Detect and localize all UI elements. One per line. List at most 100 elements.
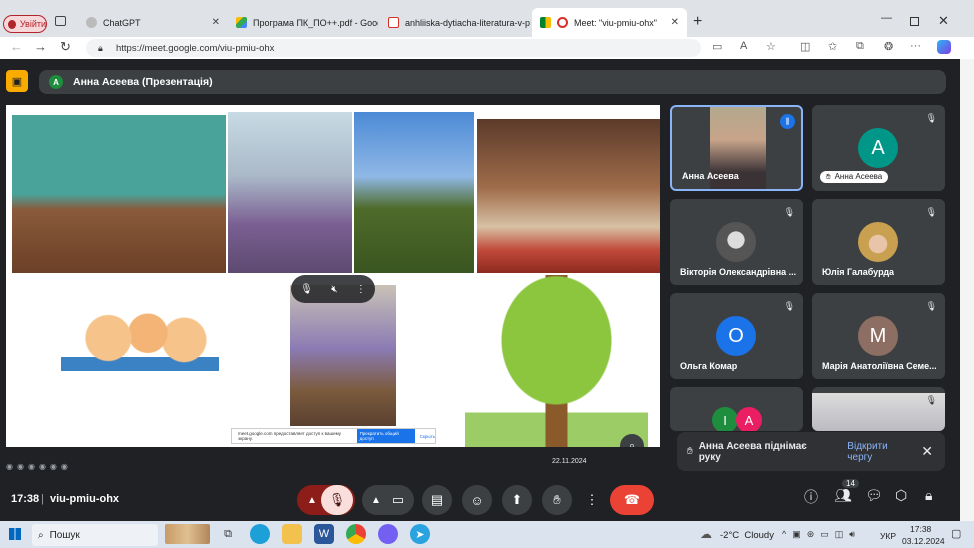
- tray-icons[interactable]: ^▣⊛▭◫🔊︎: [782, 529, 861, 540]
- emoji-icon: ☺: [470, 492, 484, 508]
- more-options-button[interactable]: ⋮: [582, 485, 602, 515]
- close-icon[interactable]: ✕: [921, 443, 933, 460]
- slide-date: 22.11.2024: [552, 458, 587, 465]
- back-button[interactable]: ←: [10, 39, 23, 54]
- clock-time[interactable]: 17:38: [910, 524, 931, 534]
- minimize-button[interactable]: —: [881, 12, 892, 24]
- tab-pdf[interactable]: anhliiska-dytiacha-literatura-v-po ✕: [380, 8, 530, 37]
- participant-tile[interactable]: О 🎙︎ Ольга Комар: [670, 293, 803, 379]
- close-icon[interactable]: ✕: [212, 17, 220, 28]
- mic-off-icon: 🎙︎: [783, 207, 795, 217]
- camera-toggle-button[interactable]: ▭: [383, 485, 413, 515]
- hand-raise-notification: ✋︎ Анна Асеева піднімає руку Відкрити че…: [677, 432, 945, 471]
- lock-icon: 🔒︎: [98, 42, 103, 53]
- weather-text[interactable]: -2°C Cloudy: [720, 530, 774, 541]
- photo-gym: [12, 115, 226, 273]
- chatgpt-icon: [86, 17, 97, 28]
- reload-button[interactable]: ↻: [60, 39, 71, 55]
- split-screen-icon[interactable]: ◫: [800, 40, 810, 53]
- recording-icon: [557, 17, 568, 28]
- word-icon[interactable]: W: [314, 524, 334, 544]
- search-icon: ⌕: [38, 529, 44, 541]
- raise-hand-button[interactable]: ✋︎: [542, 485, 572, 515]
- file-explorer-icon[interactable]: [282, 524, 302, 544]
- hang-up-icon: ☎: [623, 492, 641, 507]
- captions-button[interactable]: ▤: [422, 485, 452, 515]
- volume-off-icon[interactable]: 🔇︎: [331, 284, 337, 295]
- clipart-kids-book: [61, 300, 219, 395]
- hide-link[interactable]: Скрыть: [420, 434, 435, 439]
- leave-call-button[interactable]: ☎: [610, 485, 654, 515]
- task-view-icon[interactable]: ⧉: [218, 524, 238, 544]
- photo-classroom: [228, 112, 352, 273]
- extension-icon[interactable]: ❂: [884, 40, 893, 53]
- stop-sharing-button[interactable]: Прекратить общий доступ: [356, 429, 415, 443]
- viber-icon[interactable]: [378, 524, 398, 544]
- camera-in-use-icon[interactable]: ▭: [712, 40, 722, 53]
- collections-icon[interactable]: ⧉: [856, 40, 864, 53]
- notifications-icon[interactable]: ▢: [951, 527, 961, 540]
- host-controls-icon[interactable]: 🔒︎: [925, 487, 932, 504]
- window-close-button[interactable]: ✕: [938, 13, 949, 29]
- browser-scrollbar[interactable]: [960, 59, 974, 521]
- presenter-bar: А Анна Асеева (Презентація): [39, 70, 946, 94]
- activities-icon[interactable]: ⬡: [895, 487, 907, 504]
- language-indicator[interactable]: УКР: [880, 531, 896, 541]
- participant-photo: [716, 222, 756, 262]
- meeting-time: 17:38: [11, 493, 40, 505]
- chrome-icon[interactable]: [346, 524, 366, 544]
- telegram-icon[interactable]: ➤: [410, 524, 430, 544]
- more-options-icon[interactable]: ⋮: [356, 284, 366, 295]
- google-drive-icon: [236, 17, 247, 28]
- sharing-popup: meet.google.com предоставляет доступ к в…: [231, 428, 436, 444]
- profile-label: Увійти: [19, 19, 46, 29]
- mic-toggle-button[interactable]: 🎙︎: [321, 485, 353, 515]
- captions-icon: ▤: [430, 492, 444, 507]
- clock-date[interactable]: 03.12.2024: [902, 536, 945, 546]
- shared-screen: 🎙︎ 🔇︎ ⋮ meet.google.com предоставляет до…: [6, 105, 660, 447]
- presentation-icon[interactable]: ▣: [6, 70, 28, 92]
- participant-tile[interactable]: А 🎙︎ ✋︎ Анна Асеева: [812, 105, 945, 191]
- participant-tile[interactable]: 🎙︎ Вікторія Олександрівна ...: [670, 199, 803, 285]
- emoji-button[interactable]: ☺: [462, 485, 492, 515]
- mic-off-icon: 🎙︎: [925, 395, 937, 405]
- new-tab-button[interactable]: +: [693, 13, 702, 31]
- present-button[interactable]: ⬆: [502, 485, 532, 515]
- taskbar-search-box[interactable]: ⌕ Пошук: [32, 524, 158, 546]
- present-screen-icon: ⬆: [511, 492, 523, 507]
- chat-icon[interactable]: 💬︎: [865, 487, 883, 504]
- widgets-image[interactable]: [165, 524, 210, 544]
- close-icon[interactable]: ✕: [671, 17, 679, 28]
- favorite-star-icon[interactable]: ☆: [766, 40, 776, 53]
- maximize-button[interactable]: [910, 17, 919, 26]
- tab-actions-icon[interactable]: [55, 16, 66, 26]
- participant-name-chip: ✋︎ Анна Асеева: [820, 171, 889, 183]
- windows-start-icon[interactable]: [9, 528, 21, 540]
- tab-drive-pdf[interactable]: Програма ПК_ПО++.pdf - Goog ✕: [228, 8, 378, 37]
- read-aloud-icon[interactable]: A: [740, 40, 747, 52]
- url-field[interactable]: 🔒︎ https://meet.google.com/viu-pmiu-ohx: [86, 39, 701, 57]
- tab-chatgpt[interactable]: ChatGPT ✕: [78, 8, 228, 37]
- hand-raised-icon: ✋︎: [826, 172, 831, 181]
- edge-icon[interactable]: [250, 524, 270, 544]
- presenter-label: Анна Асеева (Презентація): [73, 76, 213, 88]
- hand-icon: ✋︎: [553, 492, 561, 507]
- participant-tile[interactable]: ⫼ Анна Асеева: [670, 105, 803, 191]
- participant-tile[interactable]: 🎙︎: [812, 387, 945, 431]
- info-icon[interactable]: ⓘ: [804, 487, 818, 507]
- forward-button[interactable]: →: [34, 39, 47, 54]
- participant-tile[interactable]: 🎙︎ Юлія Галабурда: [812, 199, 945, 285]
- participant-tile[interactable]: М 🎙︎ Марія Анатоліївна Семе...: [812, 293, 945, 379]
- photo-fair: [477, 119, 660, 273]
- participant-tile-group[interactable]: І А: [670, 387, 803, 431]
- open-queue-link[interactable]: Відкрити чергу: [847, 441, 915, 463]
- photo-girl-lab: [290, 285, 396, 426]
- divider: |: [41, 493, 44, 505]
- copilot-icon[interactable]: [937, 40, 951, 54]
- favorites-icon[interactable]: ✩: [828, 40, 837, 53]
- profile-button[interactable]: Увійти: [3, 15, 47, 33]
- settings-more-icon[interactable]: ···: [910, 40, 921, 52]
- tab-meet[interactable]: Meet: "viu-pmiu-ohx" ✕: [532, 8, 687, 37]
- mic-off-icon[interactable]: 🎙︎: [300, 284, 313, 295]
- people-icon[interactable]: 👥︎: [834, 487, 852, 504]
